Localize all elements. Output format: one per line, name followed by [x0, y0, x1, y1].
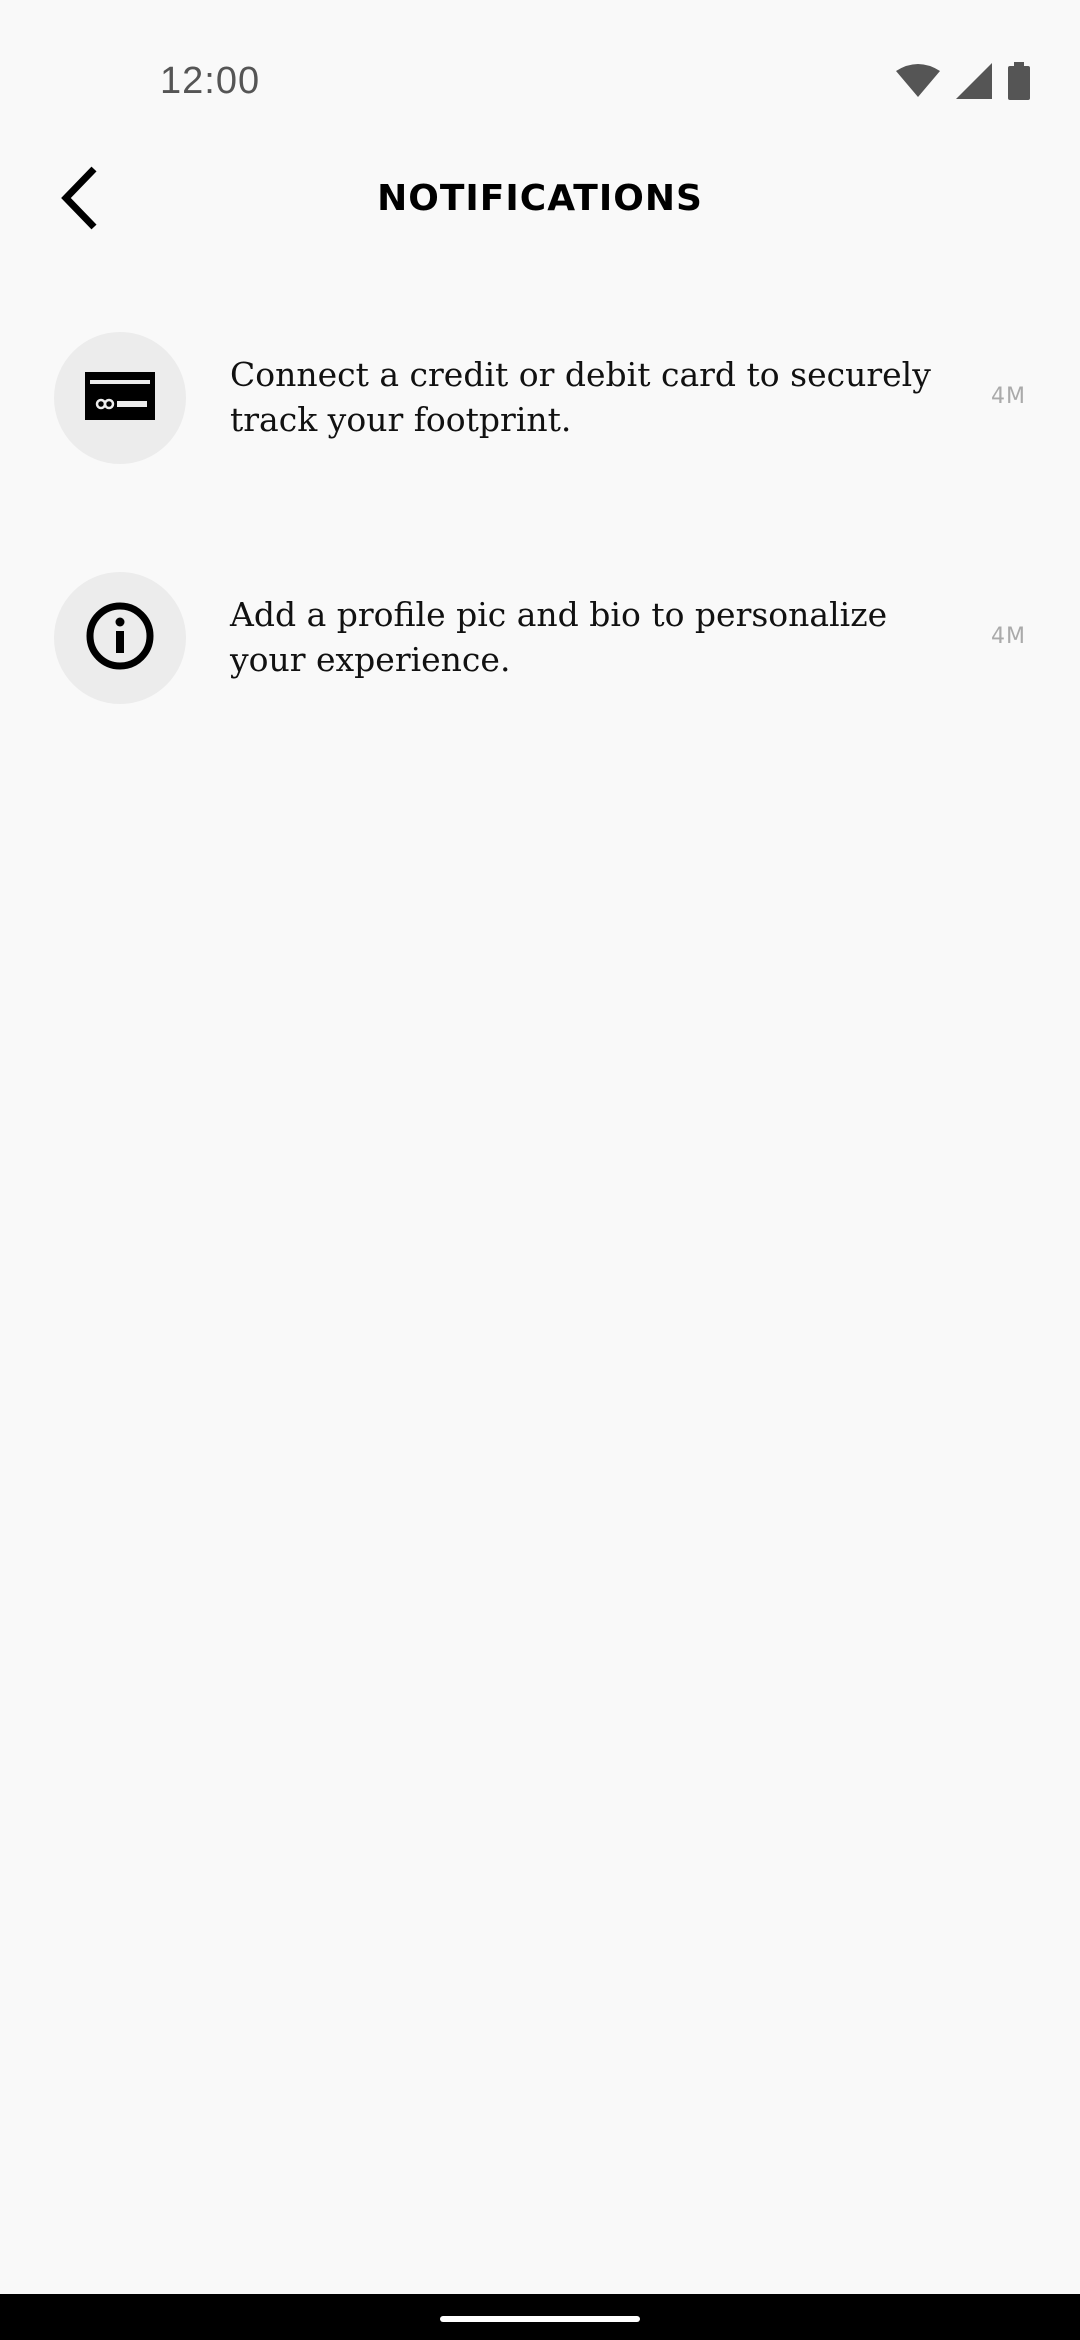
notification-time: 4M: [991, 624, 1026, 649]
navigation-bar: [0, 2294, 1080, 2340]
notification-icon-circle: [54, 572, 186, 704]
notification-list: Connect a credit or debit card to secure…: [0, 300, 1080, 780]
notification-text: Add a profile pic and bio to personalize…: [230, 595, 888, 679]
notification-text: Connect a credit or debit card to secure…: [230, 355, 931, 439]
status-bar: 12:00: [0, 0, 1080, 150]
notification-item[interactable]: Connect a credit or debit card to secure…: [0, 300, 1080, 540]
notification-time: 4M: [991, 384, 1026, 409]
credit-card-icon: [85, 371, 155, 425]
signal-icon: [956, 63, 992, 99]
status-icons: [896, 62, 1030, 100]
battery-icon: [1008, 62, 1030, 100]
notification-icon-circle: [54, 332, 186, 464]
status-time: 12:00: [160, 60, 261, 102]
app-bar: NOTIFICATIONS: [0, 150, 1080, 250]
wifi-icon: [896, 64, 940, 98]
page-title: NOTIFICATIONS: [377, 178, 703, 219]
notification-item[interactable]: Add a profile pic and bio to personalize…: [0, 540, 1080, 780]
home-indicator[interactable]: [440, 2316, 640, 2322]
notifications-screen: 12:00 NOTIFICATIONS Connect a credit or …: [0, 0, 1080, 2340]
info-icon: [85, 601, 155, 676]
